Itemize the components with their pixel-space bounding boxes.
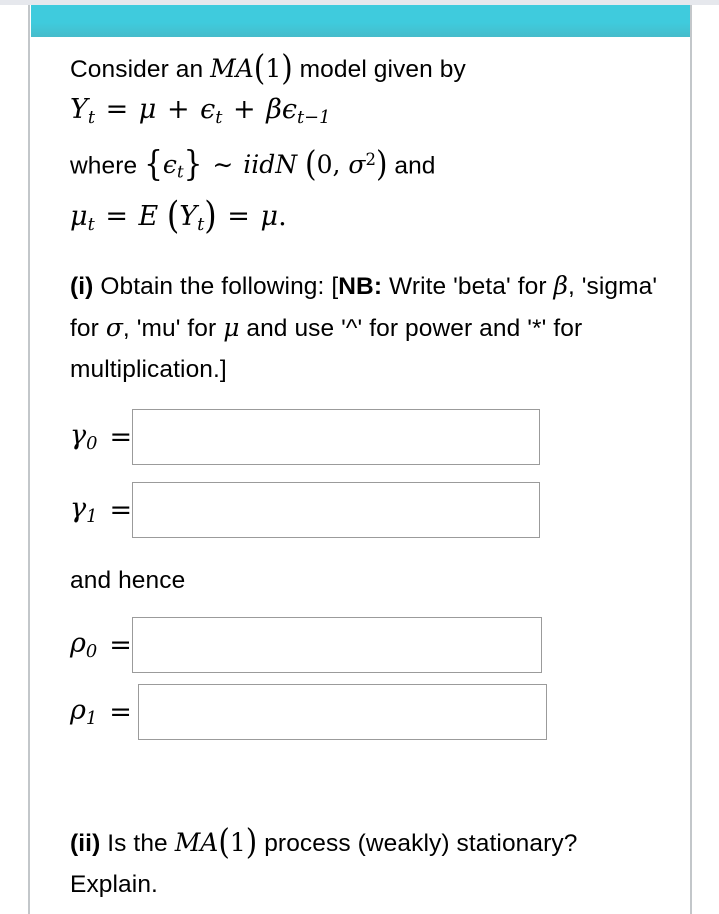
answer-equals-gamma0: = [109, 421, 133, 453]
where-distribution: {ϵt} ∼ iidN (0, σ2) [144, 144, 388, 184]
part-i-marker: (i) [70, 273, 94, 300]
and-hence-text: and hence [70, 567, 186, 594]
answer-label-rho0: ρ0 [70, 628, 98, 662]
answer-label-rho1: ρ1 [70, 695, 98, 729]
answer-subscript-gamma1: 1 [86, 505, 98, 527]
part-ii-question: (ii) Is the MA(1) process (weakly) stati… [70, 822, 670, 905]
part-ii-marker: (ii) [70, 830, 101, 858]
intro-text-after: model given by [292, 56, 466, 84]
equation-model-glyphs: Yt = μ + ϵt + βϵt−1 [70, 94, 331, 129]
answer-label-gamma0: γ0 [70, 420, 98, 454]
nb-text-3: , 'mu' for [122, 315, 224, 342]
model-name-ma1-part-ii: MA(1) [174, 822, 258, 862]
equation-mean: μt = E (Yt) = μ. [70, 192, 670, 245]
model-name-ma1: MA(1) [210, 48, 293, 88]
part-i-instructions: (i) Obtain the following: [NB: Write 'be… [70, 265, 670, 390]
answer-input-gamma1[interactable] [132, 482, 541, 538]
answer-input-rho1[interactable] [137, 684, 547, 740]
answer-equals-gamma1: = [109, 494, 133, 526]
answer-row-rho0: ρ0 = [70, 617, 542, 673]
answer-label-gamma1: γ1 [70, 493, 98, 527]
answer-row-gamma1: γ1 = [70, 482, 541, 538]
symbol-mu: μ [223, 313, 240, 342]
question-card-header-band [31, 5, 690, 37]
part-i-text-before-nb: Obtain the following: [ [93, 273, 339, 300]
nb-label: NB: [338, 273, 383, 300]
where-line: where {ϵt} ∼ iidN (0, σ2) and [70, 138, 670, 195]
where-prefix: where [70, 152, 145, 180]
answer-subscript-rho1: 1 [85, 707, 98, 729]
intro-text-before: Consider an [70, 56, 211, 84]
question-statement: Consider an MA(1) model given by Yt = μ … [70, 48, 670, 390]
part-ii-text-before: Is the [100, 830, 175, 858]
where-tail: and [387, 152, 436, 180]
intro-line: Consider an MA(1) model given by [70, 48, 670, 90]
equation-mean-glyphs: μt = E (Yt) = μ. [70, 192, 287, 238]
answer-subscript-gamma0: 0 [86, 432, 98, 454]
answer-subscript-rho0: 0 [85, 640, 98, 662]
answer-equals-rho0: = [109, 629, 132, 661]
answer-input-gamma0[interactable] [132, 409, 541, 465]
answer-equals-rho1: = [109, 696, 132, 728]
symbol-beta: β [553, 271, 568, 300]
answer-input-rho0[interactable] [131, 617, 542, 673]
nb-text-1: Write 'beta' for [382, 273, 554, 300]
equation-model: Yt = μ + ϵt + βϵt−1 [70, 90, 670, 138]
answer-row-rho1: ρ1 = [70, 684, 547, 740]
symbol-sigma: σ [105, 313, 123, 342]
answer-row-gamma0: γ0 = [70, 409, 541, 465]
